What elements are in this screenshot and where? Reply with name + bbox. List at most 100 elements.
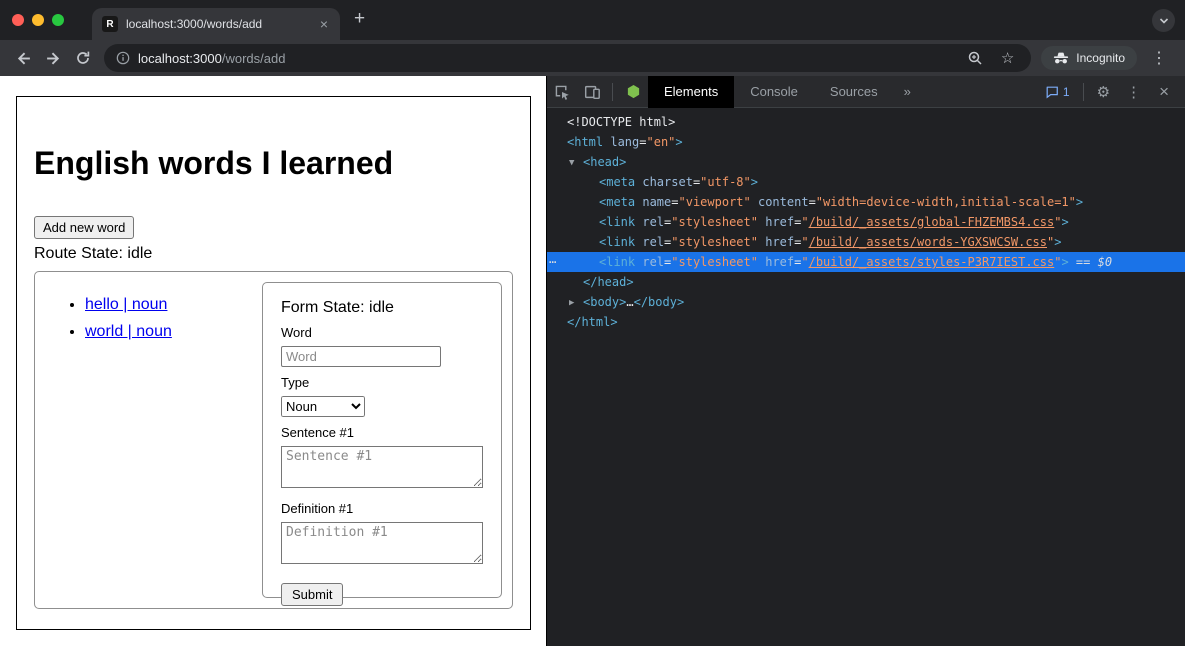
type-select[interactable]: Noun [281, 396, 365, 417]
add-new-word-button[interactable]: Add new word [34, 216, 134, 239]
word-list-item: world | noun [85, 323, 262, 341]
incognito-badge: Incognito [1041, 46, 1137, 70]
code-segment: <!DOCTYPE html> [567, 115, 675, 129]
word-link-hello[interactable]: hello | noun [85, 296, 167, 313]
app-container: English words I learned Add new word Rou… [16, 96, 531, 630]
reload-button[interactable] [68, 43, 98, 73]
code-segment: " [801, 215, 808, 229]
toolbar-divider [1083, 83, 1084, 101]
dom-tree-row[interactable]: </html> [547, 312, 1185, 332]
browser-menu-button[interactable]: ⋮ [1141, 48, 1177, 68]
hexagon-icon [626, 84, 641, 99]
tab-search-button[interactable] [1152, 9, 1175, 32]
code-segment: = [639, 135, 646, 149]
code-segment: href [765, 215, 794, 229]
bookmark-star-button[interactable]: ☆ [996, 49, 1019, 67]
minimize-window-button[interactable] [32, 14, 44, 26]
console-messages-badge[interactable]: 1 [1037, 85, 1078, 99]
tab-sources[interactable]: Sources [814, 76, 894, 108]
dom-tree-row[interactable]: </head> [547, 272, 1185, 292]
code-segment: > [751, 175, 758, 189]
code-segment: name [642, 195, 671, 209]
magnifier-icon [967, 50, 983, 66]
code-segment: <head> [583, 155, 626, 169]
tab-elements[interactable]: Elements [648, 76, 734, 108]
dom-tree-row[interactable]: <meta charset="utf-8"> [547, 172, 1185, 192]
word-list: hello | noun world | noun [45, 296, 262, 598]
expand-arrow-icon[interactable]: ▼ [569, 153, 583, 173]
dom-tree-row[interactable]: ▶<body>…</body> [547, 292, 1185, 312]
code-segment: = [809, 195, 816, 209]
definition-field-label: Definition #1 [281, 501, 483, 516]
dom-tree-row[interactable]: ⋯<link rel="stylesheet" href="/build/_as… [547, 252, 1185, 272]
url-text[interactable]: localhost:3000/words/add [138, 51, 285, 66]
code-segment: /build/_assets/global-FHZEMBS4.css [809, 215, 1055, 229]
address-bar[interactable]: localhost:3000/words/add ☆ [104, 44, 1031, 72]
word-link-world[interactable]: world | noun [85, 323, 172, 340]
expand-arrow-icon[interactable]: ▶ [569, 293, 583, 313]
code-segment: href [765, 235, 794, 249]
reload-icon [75, 50, 91, 66]
address-toolbar: localhost:3000/words/add ☆ Incognito ⋮ [0, 40, 1185, 76]
dom-tree-row[interactable]: <html lang="en"> [547, 132, 1185, 152]
submit-button[interactable]: Submit [281, 583, 343, 606]
code-segment: "stylesheet" [671, 235, 758, 249]
info-icon[interactable] [116, 51, 130, 65]
devtools-close-button[interactable]: × [1149, 82, 1179, 102]
traffic-lights [0, 14, 80, 26]
forward-button[interactable] [38, 43, 68, 73]
content-area: English words I learned Add new word Rou… [0, 76, 1185, 646]
code-segment: > [675, 135, 682, 149]
code-segment: <meta [599, 175, 635, 189]
indent-spacer [567, 205, 599, 206]
sentence-field-label: Sentence #1 [281, 425, 483, 440]
new-tab-button[interactable]: + [340, 8, 379, 30]
dom-tree-row[interactable]: ▼<head> [547, 152, 1185, 172]
more-actions-icon[interactable]: ⋯ [549, 252, 556, 272]
url-path: /words/add [222, 51, 286, 66]
tab-close-icon[interactable]: × [318, 16, 330, 32]
back-button[interactable] [8, 43, 38, 73]
sentence-textarea[interactable] [281, 446, 483, 488]
close-window-button[interactable] [12, 14, 24, 26]
code-segment: <link [599, 235, 635, 249]
dom-tree-row[interactable]: <meta name="viewport" content="width=dev… [547, 192, 1185, 212]
browser-window: R localhost:3000/words/add × + localhost… [0, 0, 1185, 646]
zoom-button[interactable] [962, 50, 988, 66]
dom-tree-row[interactable]: <link rel="stylesheet" href="/build/_ass… [547, 212, 1185, 232]
code-segment [751, 195, 758, 209]
code-segment: "stylesheet" [671, 215, 758, 229]
code-segment: > [1076, 195, 1083, 209]
code-segment: charset [642, 175, 693, 189]
inspect-element-button[interactable] [547, 76, 577, 108]
code-segment: "en" [647, 135, 676, 149]
device-toolbar-button[interactable] [577, 76, 607, 108]
code-segment: == $0 [1069, 255, 1112, 269]
devtools-settings-button[interactable]: ⚙ [1089, 83, 1118, 101]
maximize-window-button[interactable] [52, 14, 64, 26]
code-segment: > [1054, 235, 1061, 249]
tab-console[interactable]: Console [734, 76, 814, 108]
devtools-toolbar-right: 1 ⚙ ⋮ × [1037, 82, 1185, 102]
dom-tree-row[interactable]: <link rel="stylesheet" href="/build/_ass… [547, 232, 1185, 252]
green-hexagon-extension-icon[interactable] [618, 76, 648, 108]
inspect-cursor-icon [553, 83, 571, 101]
code-segment: "width=device-width,initial-scale=1" [816, 195, 1076, 209]
word-input[interactable] [281, 346, 441, 367]
dom-tree-row[interactable]: <!DOCTYPE html> [547, 112, 1185, 132]
code-segment: <html [567, 135, 603, 149]
indent-spacer [567, 185, 599, 186]
forward-arrow-icon [45, 50, 62, 67]
word-field-label: Word [281, 325, 483, 340]
definition-textarea[interactable] [281, 522, 483, 564]
devtools-dom: <!DOCTYPE html><html lang="en">▼<head><m… [547, 108, 1185, 646]
code-segment: <body> [583, 295, 626, 309]
browser-tab[interactable]: R localhost:3000/words/add × [92, 8, 340, 40]
more-tabs-button[interactable]: » [894, 84, 921, 99]
message-count: 1 [1063, 85, 1070, 99]
code-segment: > [1061, 215, 1068, 229]
indent-spacer [567, 225, 599, 226]
add-word-form: Form State: idle Word Type Noun Sentence… [262, 282, 502, 598]
code-segment: "viewport" [679, 195, 751, 209]
devtools-menu-button[interactable]: ⋮ [1118, 83, 1149, 101]
